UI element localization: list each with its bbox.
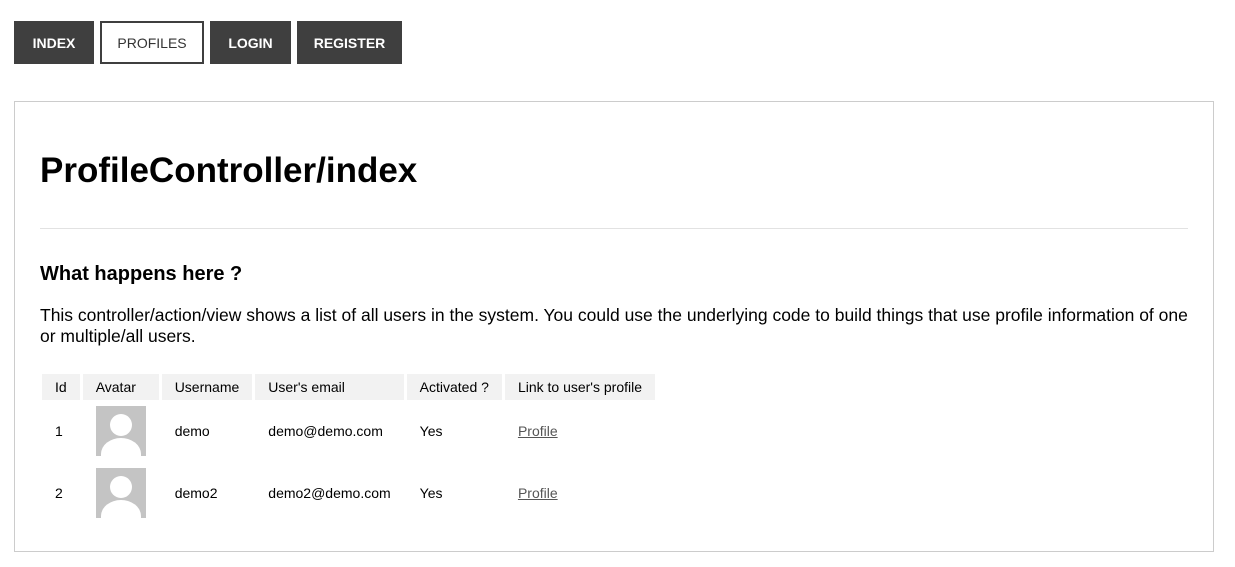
cell-id: 1 — [55, 423, 63, 439]
avatar-placeholder-icon — [95, 468, 146, 518]
nav-register-button[interactable]: REGISTER — [297, 21, 402, 64]
cell-email: demo2@demo.com — [268, 485, 391, 501]
table-header-row: Id Avatar Username User's email Activate… — [42, 374, 656, 400]
header-profile-link: Link to user's profile — [504, 374, 656, 400]
cell-profile-link: Profile — [505, 400, 655, 462]
divider — [40, 228, 1188, 229]
nav-profiles-button[interactable]: PROFILES — [100, 21, 204, 64]
content-box: ProfileController/index What happens her… — [14, 101, 1214, 552]
top-nav: INDEX PROFILES LOGIN REGISTER — [14, 21, 402, 64]
cell-username: demo2 — [174, 485, 218, 501]
cell-avatar — [83, 462, 159, 524]
header-avatar: Avatar — [82, 374, 159, 400]
cell-email: demo@demo.com — [268, 423, 383, 439]
cell-profile-link: Profile — [505, 462, 655, 524]
header-id: Id — [42, 374, 80, 400]
header-username: Username — [161, 374, 253, 400]
page-title: ProfileController/index — [40, 151, 418, 190]
cell-avatar — [83, 400, 159, 462]
cell-activated: Yes — [419, 423, 443, 439]
table-row: 1 demo demo@demo.com Yes Profile — [42, 400, 655, 462]
nav-index-button[interactable]: INDEX — [14, 21, 94, 64]
cell-username: demo — [174, 423, 210, 439]
nav-login-button[interactable]: LOGIN — [210, 21, 291, 64]
table-row: 2 demo2 demo2@demo.com Yes Profile — [42, 462, 655, 524]
cell-id: 2 — [55, 485, 63, 501]
avatar-placeholder-icon — [95, 406, 146, 456]
users-table: Id Avatar Username User's email Activate… — [39, 374, 658, 524]
cell-activated: Yes — [419, 485, 443, 501]
profile-link[interactable]: Profile — [518, 423, 558, 439]
header-email: User's email — [255, 374, 404, 400]
profile-link[interactable]: Profile — [518, 485, 558, 501]
header-activated: Activated ? — [406, 374, 502, 400]
description-text: This controller/action/view shows a list… — [40, 305, 1188, 346]
section-heading: What happens here ? — [40, 263, 243, 285]
